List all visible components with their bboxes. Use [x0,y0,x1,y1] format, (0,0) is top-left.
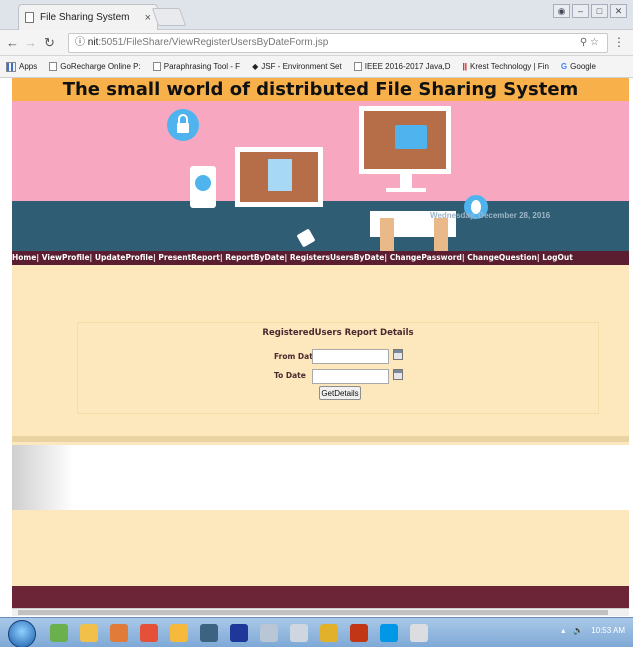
skype-icon[interactable] [380,624,398,642]
window-controls: ◉ – □ ✕ [553,4,627,18]
calendar-icon[interactable] [393,349,403,360]
minimize-icon[interactable]: – [572,4,589,18]
app-icon[interactable] [230,624,248,642]
folder-icon[interactable] [80,624,98,642]
tab-title: File Sharing System [40,12,130,23]
page-icon [49,62,58,71]
app-icon[interactable] [110,624,128,642]
diamond-icon: ◆ [252,62,259,71]
omnibox-actions: ⚲ ☆ [580,34,599,52]
tab-close-icon[interactable]: × [145,12,151,24]
windows-taskbar: ▴ 🔊 10:53 AM [0,617,633,647]
app-icon[interactable] [260,624,278,642]
nav-registersusersbydate[interactable]: RegistersUsersByDate [290,253,384,262]
scrollbar-thumb[interactable] [18,610,608,615]
nav-home[interactable]: Home [12,253,36,262]
url-path: :5051/FileShare/ViewRegisterUsersByDateF… [98,37,329,48]
app-icon[interactable] [410,624,428,642]
start-button[interactable] [8,620,36,647]
info-icon[interactable]: ⓘ [75,37,85,48]
bookmark-google[interactable]: G Google [561,62,596,71]
web-page: The small world of distributed File Shar… [12,78,629,613]
page-icon [353,62,362,71]
nav-reportbydate[interactable]: ReportByDate [225,253,284,262]
clock[interactable]: 10:53 AM [591,626,625,635]
bookmark-krest[interactable]: || Krest Technology | Fin [463,62,549,71]
browser-tabbar: File Sharing System × ◉ – □ ✕ [0,0,633,30]
bookmark-apps[interactable]: Apps [6,61,37,72]
taskbar-apps [50,624,428,642]
maximize-icon[interactable]: □ [591,4,608,18]
nav-logout[interactable]: LogOut [542,253,573,262]
to-date-input[interactable] [312,369,389,384]
app-icon[interactable] [320,624,338,642]
tray-arrow-icon[interactable]: ▴ [561,626,565,635]
main-nav: Home| ViewProfile| UpdateProfile| Presen… [12,251,629,265]
app-icon[interactable] [140,624,158,642]
menu-kebab-icon[interactable]: ⋮ [613,35,625,49]
banner-date: Wednesday, December 28, 2016 [430,211,551,220]
google-icon: G [560,62,568,71]
user-icon[interactable]: ◉ [553,4,570,18]
divider [12,436,629,442]
bookmark-paraphrasing[interactable]: Paraphrasing Tool - F [152,62,240,71]
apps-grid-icon [6,61,16,72]
nav-presentreport[interactable]: PresentReport [158,253,219,262]
screen: File Sharing System × ◉ – □ ✕ ← → ↻ ⓘ ni… [0,0,633,647]
bookmark-jsf[interactable]: ◆ JSF - Environment Set [252,62,342,71]
back-arrow-icon[interactable]: ← [6,35,19,50]
nav-updateprofile[interactable]: UpdateProfile [95,253,153,262]
to-date-label: To Date [274,371,306,380]
app-icon[interactable] [290,624,308,642]
app-icon[interactable] [350,624,368,642]
get-details-button[interactable]: GetDetails [319,386,361,400]
browser-tab[interactable]: File Sharing System × [18,4,158,30]
reload-icon[interactable]: ↻ [44,35,55,51]
page-title: The small world of distributed File Shar… [12,78,629,101]
address-bar-row: ← → ↻ ⓘ nit:5051/FileShare/ViewRegisterU… [0,30,633,56]
app-icon[interactable] [50,624,68,642]
system-tray: ▴ 🔊 10:53 AM [561,626,625,635]
app-icon[interactable] [200,624,218,642]
bookmarks-bar: Apps GoRecharge Online P: Paraphrasing T… [0,56,633,78]
krest-icon: || [462,62,468,71]
bookmark-gorecharge[interactable]: GoRecharge Online P: [49,62,141,71]
nav-changepassword[interactable]: ChangePassword [390,253,462,262]
banner-illustration [12,106,629,251]
forward-arrow-icon[interactable]: → [24,35,37,50]
volume-icon[interactable]: 🔊 [573,626,583,635]
url-host: nit [87,37,99,48]
nav-changequestion[interactable]: ChangeQuestion [467,253,537,262]
report-form: RegisteredUsers Report Details From Date… [77,322,599,414]
from-date-input[interactable] [312,349,389,364]
form-title: RegisteredUsers Report Details [262,328,414,338]
content-band [12,445,629,510]
close-window-icon[interactable]: ✕ [610,4,627,18]
star-icon[interactable]: ☆ [590,37,599,48]
new-tab-button[interactable] [151,8,187,26]
nav-viewprofile[interactable]: ViewProfile [42,253,90,262]
page-icon [25,12,34,23]
hero-banner: Wednesday, December 28, 2016 [12,101,629,251]
chrome-icon[interactable] [170,624,188,642]
page-icon [152,62,161,71]
url-input[interactable]: ⓘ nit:5051/FileShare/ViewRegisterUsersBy… [68,33,608,53]
horizontal-scrollbar[interactable] [12,608,629,616]
calendar-icon[interactable] [393,369,403,380]
zoom-icon[interactable]: ⚲ [580,37,587,48]
bookmark-ieee[interactable]: IEEE 2016-2017 Java,D [353,62,451,71]
